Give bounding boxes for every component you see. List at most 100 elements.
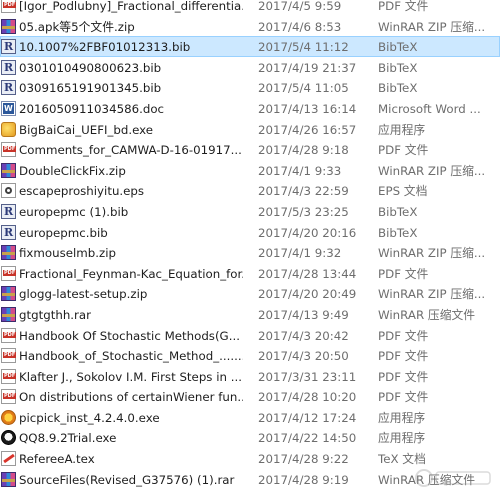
file-row[interactable]: 0309165191901345.bib 2017/5/4 11:05 BibTeX [0, 77, 500, 98]
file-name[interactable]: europepmc (1).bib [19, 202, 243, 223]
file-type: Microsoft Word ... [378, 101, 481, 116]
file-name[interactable]: Handbook Of Stochastic Methods(G... [19, 326, 243, 347]
file-type: PDF 文件 [378, 0, 429, 13]
pdf-file-icon [1, 368, 17, 384]
file-name[interactable]: 10.1007%2FBF01012313.bib [19, 37, 243, 58]
file-name[interactable]: On distributions of certainWiener fun... [19, 387, 243, 408]
file-type: PDF 文件 [378, 369, 429, 384]
file-name[interactable]: RefereeA.tex [19, 449, 243, 470]
file-row[interactable]: Handbook Of Stochastic Methods(G... 2017/… [0, 325, 500, 346]
file-name[interactable]: 2016050911034586.doc [19, 99, 243, 120]
file-name[interactable]: gtgtgthh.rar [19, 305, 243, 326]
file-row[interactable]: Klafter J., Sokolov I.M. First Steps in … [0, 366, 500, 387]
eps-file-icon [1, 183, 16, 199]
file-type: PDF 文件 [378, 390, 429, 405]
file-date-modified: 2017/4/5 9:59 [258, 0, 342, 13]
file-row[interactable]: europepmc (1).bib 2017/5/3 23:25 BibTeX [0, 201, 500, 222]
pdf-file-icon [1, 0, 17, 13]
file-row[interactable]: escapeproshiyitu.eps 2017/4/3 22:59 EPS 文档 [0, 180, 500, 201]
file-date-modified: 2017/4/28 13:44 [258, 266, 357, 281]
pdf-file-icon [1, 389, 17, 405]
file-row[interactable]: 10.1007%2FBF01012313.bib 2017/5/4 11:12 Bi… [0, 36, 500, 57]
file-name[interactable]: Comments_for_CAMWA-D-16-01917.... [19, 140, 243, 161]
file-name[interactable]: DoubleClickFix.zip [19, 161, 243, 182]
zip-archive-icon [1, 162, 16, 178]
file-date-modified: 2017/4/20 20:49 [258, 287, 357, 302]
file-date-modified: 2017/4/19 21:37 [258, 60, 357, 75]
file-date-modified: 2017/3/31 23:11 [258, 369, 357, 384]
file-name[interactable]: 0301010490800623.bib [19, 58, 243, 79]
file-date-modified: 2017/4/13 9:49 [258, 307, 349, 322]
pdf-file-icon [1, 327, 17, 343]
file-row[interactable]: Handbook_of_Stochastic_Method_....... 201… [0, 345, 500, 366]
file-row[interactable]: 05.apk等5个文件.zip 2017/4/6 8:53 WinRAR ZIP 压… [0, 16, 500, 37]
file-name[interactable]: fixmouselmb.zip [19, 243, 243, 264]
pdf-file-icon [1, 348, 17, 364]
file-name[interactable]: 05.apk等5个文件.zip [19, 17, 243, 38]
word-document-icon [1, 100, 16, 116]
bibtex-file-icon [1, 80, 16, 96]
file-name[interactable]: [Igor_Podlubny]_Fractional_differentia..… [19, 0, 243, 17]
file-date-modified: 2017/4/3 20:50 [258, 349, 349, 364]
file-date-modified: 2017/5/4 11:12 [258, 40, 349, 55]
file-date-modified: 2017/4/1 9:32 [258, 246, 342, 261]
file-name[interactable]: picpick_inst_4.2.4.0.exe [19, 408, 243, 429]
file-name[interactable]: europepmc.bib [19, 223, 243, 244]
zip-archive-icon [1, 18, 16, 34]
file-date-modified: 2017/5/4 11:05 [258, 81, 349, 96]
file-date-modified: 2017/4/3 20:42 [258, 328, 349, 343]
file-name[interactable]: SourceFiles(Revised_G37576) (1).rar [19, 470, 243, 491]
rar-archive-icon [1, 471, 16, 487]
file-row[interactable]: fixmouselmb.zip 2017/4/1 9:32 WinRAR ZIP 压… [0, 242, 500, 263]
file-name[interactable]: QQ8.9.2Trial.exe [19, 428, 243, 449]
picpick-app-icon [1, 409, 16, 425]
file-row[interactable]: BigBaiCai_UEFI_bd.exe 2017/4/26 16:57 应用程序 [0, 119, 500, 140]
file-date-modified: 2017/4/26 16:57 [258, 122, 357, 137]
file-date-modified: 2017/4/6 8:53 [258, 19, 342, 34]
file-row[interactable]: europepmc.bib 2017/4/20 20:16 BibTeX [0, 222, 500, 243]
file-type: PDF 文件 [378, 143, 429, 158]
file-type: 应用程序 [378, 410, 426, 425]
file-row[interactable]: Comments_for_CAMWA-D-16-01917.... 2017/4/… [0, 139, 500, 160]
file-row[interactable]: 2016050911034586.doc 2017/4/13 16:14 Micro… [0, 98, 500, 119]
bibtex-file-icon [1, 39, 16, 55]
file-type: PDF 文件 [378, 328, 429, 343]
file-date-modified: 2017/4/28 9:18 [258, 143, 349, 158]
file-row[interactable]: DoubleClickFix.zip 2017/4/1 9:33 WinRAR ZI… [0, 160, 500, 181]
pdf-file-icon [1, 265, 17, 281]
file-name[interactable]: Handbook_of_Stochastic_Method_....... [19, 346, 243, 367]
file-row[interactable]: gtgtgthh.rar 2017/4/13 9:49 WinRAR 压缩文件 [0, 304, 500, 325]
file-row[interactable]: 0301010490800623.bib 2017/4/19 21:37 BibTe… [0, 57, 500, 78]
file-type: BibTeX [378, 204, 418, 219]
file-type: PDF 文件 [378, 349, 429, 364]
application-icon [1, 121, 16, 137]
file-name[interactable]: glogg-latest-setup.zip [19, 284, 243, 305]
file-type: EPS 文档 [378, 184, 428, 199]
file-name[interactable]: Klafter J., Sokolov I.M. First Steps in … [19, 367, 243, 388]
file-row[interactable]: QQ8.9.2Trial.exe 2017/4/22 14:50 应用程序 [0, 427, 500, 448]
file-type: BibTeX [378, 81, 418, 96]
file-type: WinRAR ZIP 压缩... [378, 163, 486, 178]
file-date-modified: 2017/4/28 9:22 [258, 452, 349, 467]
file-row[interactable]: glogg-latest-setup.zip 2017/4/20 20:49 Win… [0, 283, 500, 304]
file-date-modified: 2017/4/12 17:24 [258, 410, 357, 425]
file-row[interactable]: [Igor_Podlubny]_Fractional_differentia..… [0, 0, 500, 16]
file-name[interactable]: Fractional_Feynman-Kac_Equation_for... [19, 264, 243, 285]
file-name[interactable]: BigBaiCai_UEFI_bd.exe [19, 120, 243, 141]
file-type: WinRAR ZIP 压缩... [378, 246, 486, 261]
file-date-modified: 2017/4/13 16:14 [258, 101, 357, 116]
file-name[interactable]: 0309165191901345.bib [19, 78, 243, 99]
file-type: WinRAR ZIP 压缩... [378, 19, 486, 34]
bibtex-file-icon [1, 224, 16, 240]
file-date-modified: 2017/4/28 9:19 [258, 472, 349, 487]
file-name[interactable]: escapeproshiyitu.eps [19, 181, 243, 202]
file-type: BibTeX [378, 40, 418, 55]
file-date-modified: 2017/4/22 14:50 [258, 431, 357, 446]
file-type: 应用程序 [378, 122, 426, 137]
file-row[interactable]: picpick_inst_4.2.4.0.exe 2017/4/12 17:24 应… [0, 407, 500, 428]
watermark-logo-icon [415, 469, 491, 487]
zip-archive-icon [1, 245, 16, 261]
file-row[interactable]: On distributions of certainWiener fun...… [0, 386, 500, 407]
zip-archive-icon [1, 286, 16, 302]
file-row[interactable]: Fractional_Feynman-Kac_Equation_for... 20… [0, 263, 500, 284]
